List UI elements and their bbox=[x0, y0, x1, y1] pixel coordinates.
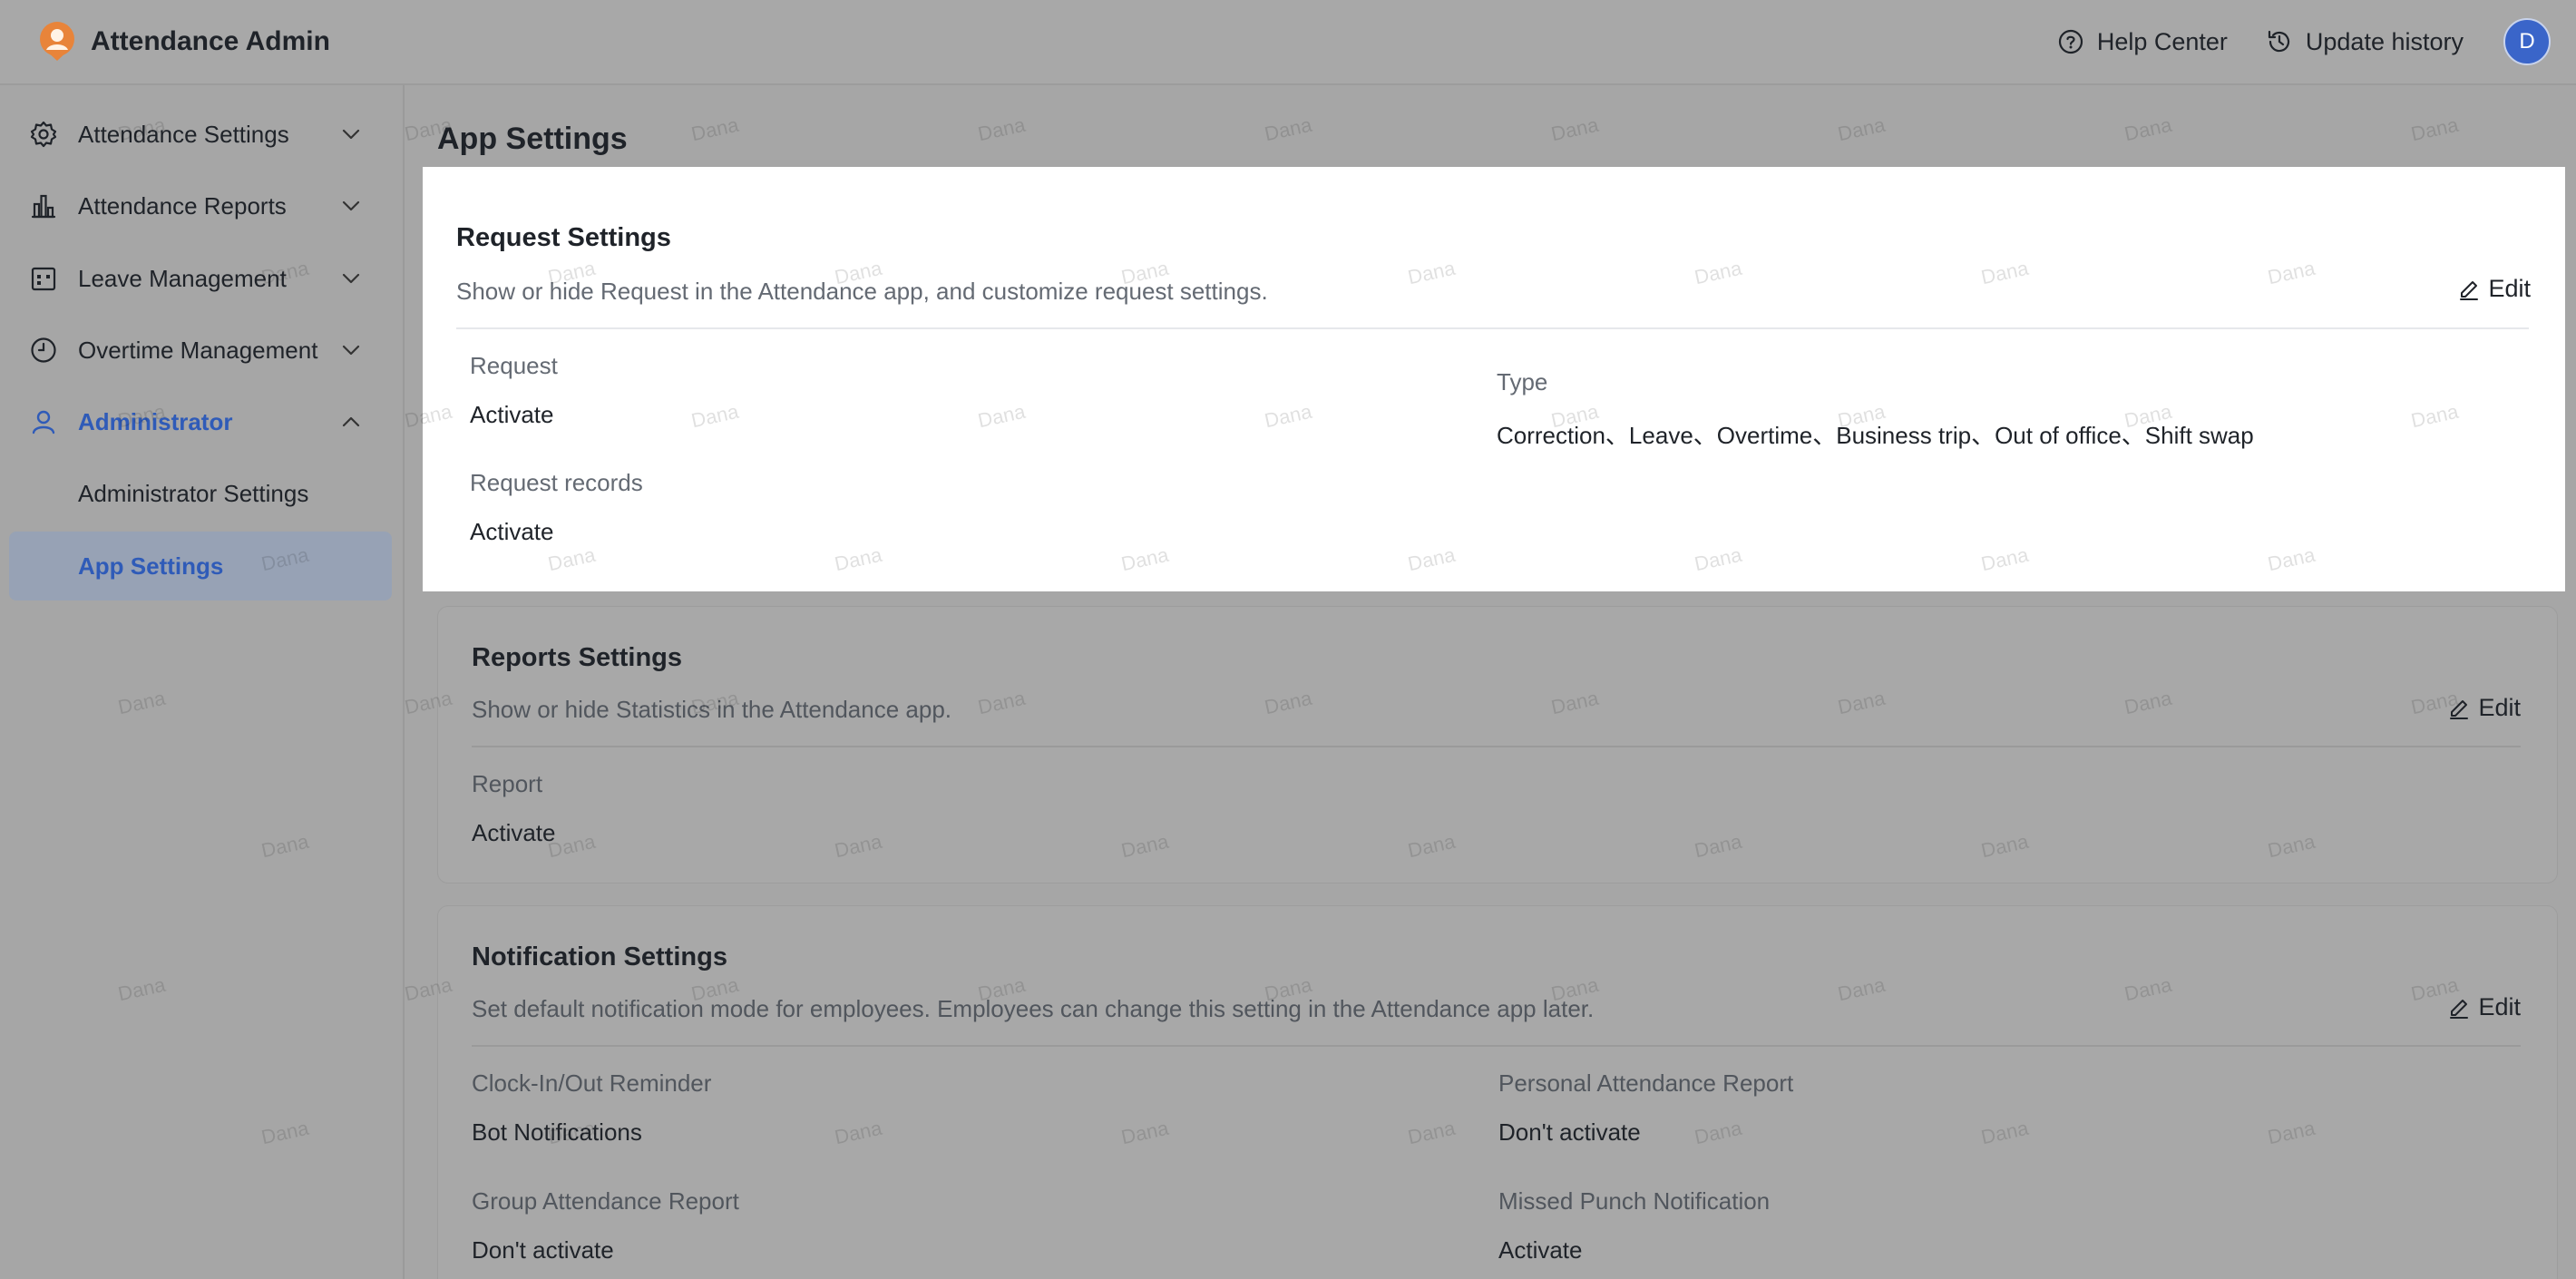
help-icon bbox=[2058, 29, 2083, 54]
sidebar-item-label: Attendance Reports bbox=[78, 191, 287, 220]
edit-label: Edit bbox=[2478, 694, 2521, 721]
watermark-text: Dana bbox=[688, 112, 741, 146]
field-label: Request bbox=[470, 352, 558, 379]
history-icon bbox=[2268, 30, 2289, 53]
sidebar-item-attendance-settings[interactable]: Attendance Settings bbox=[0, 107, 405, 161]
field-value: Activate bbox=[470, 401, 554, 428]
sidebar-item-administrator[interactable]: Administrator bbox=[0, 395, 405, 449]
field-label: Personal Attendance Report bbox=[1498, 1069, 1794, 1097]
field-value: Activate bbox=[1498, 1236, 1583, 1264]
edit-label: Edit bbox=[2488, 275, 2531, 302]
card-title: Request Settings bbox=[456, 223, 671, 252]
card-description: Set default notification mode for employ… bbox=[472, 995, 1595, 1022]
sidebar-item-attendance-reports[interactable]: Attendance Reports bbox=[0, 179, 405, 233]
divider bbox=[456, 327, 2529, 329]
field-label: Type bbox=[1497, 368, 1548, 395]
watermark-text: Dana bbox=[2122, 112, 2174, 146]
sidebar-item-label: Administrator bbox=[78, 407, 233, 435]
card-title: Notification Settings bbox=[472, 942, 727, 971]
chevron-up-icon bbox=[342, 416, 360, 427]
card-description: Show or hide Request in the Attendance a… bbox=[456, 278, 1268, 305]
watermark-text: Dana bbox=[1262, 112, 1314, 146]
chevron-down-icon bbox=[342, 345, 360, 356]
sidebar-item-label: Attendance Settings bbox=[78, 120, 289, 148]
gear-icon bbox=[30, 121, 57, 148]
calendar-icon bbox=[31, 267, 56, 291]
edit-button[interactable]: Edit bbox=[2447, 694, 2521, 722]
watermark-text: Dana bbox=[975, 112, 1028, 146]
bar-chart-icon bbox=[31, 194, 56, 219]
edit-button[interactable]: Edit bbox=[2457, 275, 2531, 303]
pencil-icon bbox=[2450, 999, 2469, 1019]
sidebar-subitem-app-settings[interactable]: App Settings bbox=[9, 532, 392, 600]
top-actions: Help Center Update history D bbox=[2019, 18, 2551, 65]
sidebar-subitem-label: App Settings bbox=[78, 552, 224, 580]
watermark-text: Dana bbox=[2408, 112, 2461, 146]
divider bbox=[472, 1045, 2521, 1047]
brand: Attendance Admin bbox=[36, 21, 330, 63]
top-bar: Attendance Admin Help Center Update hist… bbox=[0, 0, 2576, 85]
field-value: Activate bbox=[470, 518, 554, 545]
field-value: Don't activate bbox=[472, 1236, 614, 1264]
field-label: Clock-In/Out Reminder bbox=[472, 1069, 712, 1097]
field-label: Missed Punch Notification bbox=[1498, 1187, 1771, 1215]
sidebar-item-leave-management[interactable]: Leave Management bbox=[0, 251, 405, 306]
field-value: Don't activate bbox=[1498, 1118, 1641, 1146]
edit-label: Edit bbox=[2478, 993, 2521, 1020]
clock-icon bbox=[31, 337, 56, 363]
field-label: Report bbox=[472, 770, 543, 797]
pencil-icon bbox=[2450, 699, 2469, 719]
app-title: Attendance Admin bbox=[91, 26, 330, 56]
field-value: Correction、Leave、Overtime、Business trip、… bbox=[1497, 422, 2254, 449]
chevron-down-icon bbox=[342, 200, 360, 211]
update-history-link[interactable]: Update history bbox=[2266, 28, 2464, 56]
sidebar-item-label: Overtime Management bbox=[78, 336, 318, 364]
avatar[interactable]: D bbox=[2503, 18, 2551, 65]
watermark-text: Dana bbox=[1835, 112, 1888, 146]
sidebar-item-overtime-management[interactable]: Overtime Management bbox=[0, 323, 405, 377]
reports-settings-card: Reports Settings Show or hide Statistics… bbox=[437, 606, 2558, 884]
help-center-label: Help Center bbox=[2096, 27, 2228, 55]
request-settings-card: Request Settings Show or hide Request in… bbox=[423, 167, 2565, 591]
chevron-down-icon bbox=[342, 129, 360, 140]
help-center-link[interactable]: Help Center bbox=[2057, 28, 2228, 56]
edit-button[interactable]: Edit bbox=[2447, 993, 2521, 1021]
field-label: Group Attendance Report bbox=[472, 1187, 739, 1215]
card-description: Show or hide Statistics in the Attendanc… bbox=[472, 696, 952, 723]
app-logo-icon bbox=[40, 22, 74, 61]
sidebar: Attendance Settings Attendance Reports L… bbox=[0, 85, 405, 1279]
watermark-text: Dana bbox=[1548, 112, 1601, 146]
update-history-label: Update history bbox=[2305, 27, 2464, 55]
notification-settings-card: Notification Settings Set default notifi… bbox=[437, 905, 2558, 1279]
user-icon bbox=[32, 410, 55, 434]
sidebar-subitem-administrator-settings[interactable]: Administrator Settings bbox=[9, 459, 392, 528]
field-value: Activate bbox=[472, 819, 556, 846]
pencil-icon bbox=[2460, 280, 2479, 300]
sidebar-item-label: Leave Management bbox=[78, 264, 287, 292]
chevron-down-icon bbox=[342, 273, 360, 284]
field-label: Request records bbox=[470, 469, 643, 496]
sidebar-subitem-label: Administrator Settings bbox=[78, 479, 309, 507]
page-title: App Settings bbox=[437, 122, 628, 156]
field-value: Bot Notifications bbox=[472, 1118, 642, 1146]
card-title: Reports Settings bbox=[472, 643, 683, 672]
divider bbox=[472, 746, 2521, 747]
